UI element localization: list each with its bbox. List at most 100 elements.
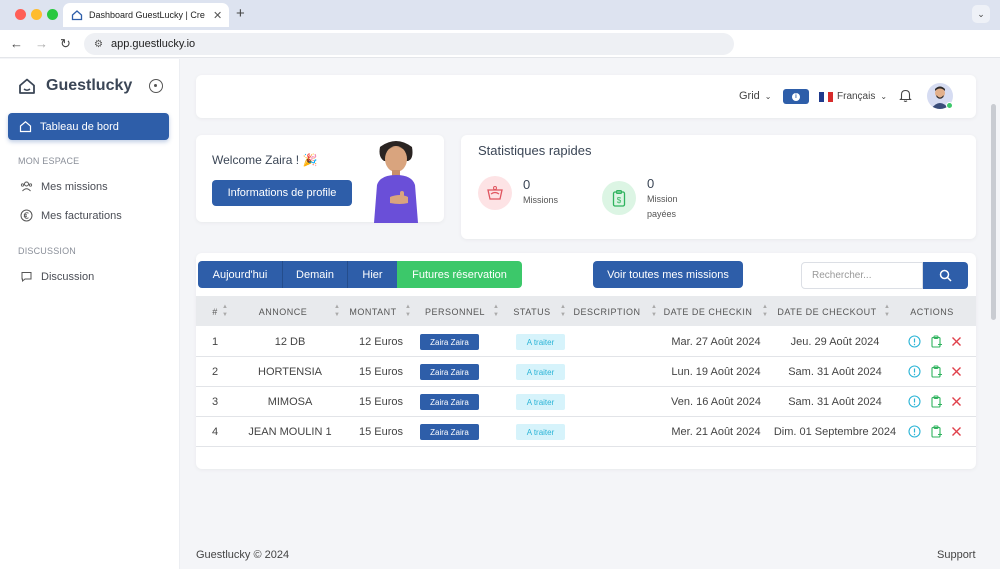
close-icon[interactable] (950, 425, 963, 438)
filter-today-button[interactable]: Aujourd'hui (198, 261, 283, 288)
euro-icon (20, 209, 33, 222)
browser-tab-bar: Dashboard GuestLucky | Cre ✕ + ⌄ (0, 0, 1000, 30)
sort-icon[interactable]: ▲ ▼ (222, 303, 228, 319)
personnel-badge: Zaira Zaira (420, 334, 479, 350)
info-button[interactable]: i (783, 89, 809, 104)
close-window-button[interactable] (15, 9, 26, 20)
paid-stat-icon-wrap: $ (602, 181, 636, 215)
site-settings-icon[interactable]: ⚙ (94, 39, 103, 50)
table-header: # ▲ ▼ ANNONCE ▲ ▼ MONTANT ▲ ▼ PERSONNEL ▲ ▼ … (196, 296, 976, 326)
maximize-window-button[interactable] (47, 9, 58, 20)
close-icon[interactable] (950, 365, 963, 378)
table-row: 4 JEAN MOULIN 1 15 Euros Zaira Zaira A t… (196, 417, 976, 447)
table-row: 3 MIMOSA 15 Euros Zaira Zaira A traiter … (196, 387, 976, 417)
personnel-badge: Zaira Zaira (420, 364, 479, 380)
sort-icon[interactable]: ▲ ▼ (762, 303, 768, 319)
forward-arrow-icon[interactable]: → (35, 36, 48, 51)
info-circle-icon[interactable] (908, 395, 921, 408)
section-title-mon-espace: MON ESPACE (18, 156, 80, 166)
sidebar-item-label: Discussion (41, 270, 95, 283)
info-circle-icon[interactable] (908, 335, 921, 348)
tab-menu-chevron-icon[interactable]: ⌄ (972, 5, 990, 23)
column-header[interactable]: STATUS (513, 307, 550, 317)
online-status-dot (946, 102, 953, 109)
sidebar-item-label: Mes missions (41, 180, 108, 193)
close-icon[interactable] (950, 335, 963, 348)
welcome-greeting: Welcome Zaira ! 🎉 (212, 153, 318, 167)
clipboard-check-icon[interactable] (930, 425, 943, 438)
quick-stats-card: Statistiques rapides 0 Missions $ 0 Miss… (461, 135, 976, 239)
sort-icon[interactable]: ▲ ▼ (651, 303, 657, 319)
brand-name: Guestlucky (46, 77, 133, 94)
column-header[interactable]: PERSONNEL (425, 307, 485, 317)
browser-toolbar: ← → ↻ ⚙ app.guestlucky.io (0, 30, 1000, 58)
clipboard-check-icon[interactable] (930, 395, 943, 408)
reload-icon[interactable]: ↻ (60, 36, 71, 52)
new-tab-icon[interactable]: + (236, 5, 245, 22)
clipboard-dollar-icon: $ (612, 189, 626, 207)
support-link[interactable]: Support (937, 549, 976, 561)
column-header[interactable]: DATE DE CHECKIN (664, 307, 753, 317)
search-button[interactable] (923, 262, 968, 289)
minimize-window-button[interactable] (31, 9, 42, 20)
sort-icon[interactable]: ▲ ▼ (334, 303, 340, 319)
annonce-cell: HORTENSIA (258, 366, 322, 378)
character-illustration (374, 141, 418, 223)
language-selector[interactable]: Français ⌄ (819, 91, 887, 102)
checkin-cell: Ven. 16 Août 2024 (671, 396, 761, 408)
sidebar-item-discussion[interactable]: Discussion (20, 270, 94, 283)
row-number: 3 (211, 396, 219, 408)
sort-icon[interactable]: ▲ ▼ (560, 303, 566, 319)
checkout-cell: Dim. 01 Septembre 2024 (773, 426, 897, 438)
row-number: 4 (211, 426, 219, 438)
sort-icon[interactable]: ▲ ▼ (405, 303, 411, 319)
column-header[interactable]: MONTANT (349, 307, 396, 317)
column-header[interactable]: # (212, 307, 218, 317)
sidebar-item-label: Mes facturations (41, 209, 122, 222)
footer-copyright: Guestlucky © 2024 (196, 549, 290, 561)
profile-info-button[interactable]: Informations de profile (212, 180, 352, 206)
annonce-cell: 12 DB (274, 336, 306, 348)
filter-tomorrow-button[interactable]: Demain (283, 261, 348, 288)
column-header: ACTIONS (910, 307, 954, 317)
browser-tab[interactable]: Dashboard GuestLucky | Cre ✕ (63, 3, 229, 27)
missions-count: 0 (523, 177, 531, 192)
grid-selector[interactable]: Grid ⌄ (739, 90, 771, 102)
see-all-missions-button[interactable]: Voir toutes mes missions (593, 261, 743, 288)
paid-missions-label-2: payées (647, 209, 677, 219)
brand[interactable]: Guestlucky (18, 77, 132, 95)
chevron-down-icon: ⌄ (880, 92, 888, 101)
clipboard-check-icon[interactable] (930, 335, 943, 348)
french-flag-icon (819, 91, 834, 102)
sidebar-item-mes-missions[interactable]: Mes missions (20, 180, 108, 193)
sidebar-item-label: Tableau de bord (40, 120, 119, 133)
search-icon (939, 269, 952, 282)
status-badge: A traiter (516, 364, 565, 380)
sidebar-item-tableau-de-bord[interactable]: Tableau de bord (8, 113, 169, 140)
sort-icon[interactable]: ▲ ▼ (493, 303, 499, 319)
clipboard-check-icon[interactable] (930, 365, 943, 378)
paid-missions-count: 0 (647, 176, 655, 191)
column-header[interactable]: DATE DE CHECKOUT (777, 307, 876, 317)
sidebar-toggle-icon[interactable] (149, 79, 163, 93)
filter-future-button[interactable]: Futures réservation (397, 261, 522, 288)
address-bar[interactable]: ⚙ app.guestlucky.io (84, 33, 734, 55)
filter-yesterday-button[interactable]: Hier (348, 261, 397, 288)
users-icon (20, 181, 33, 192)
sort-icon[interactable]: ▲ ▼ (884, 303, 890, 319)
svg-text:$: $ (617, 196, 622, 205)
page-scrollbar[interactable] (991, 104, 996, 320)
back-arrow-icon[interactable]: ← (10, 36, 23, 51)
close-icon[interactable] (950, 395, 963, 408)
close-tab-icon[interactable]: ✕ (213, 9, 222, 22)
info-circle-icon[interactable] (908, 425, 921, 438)
bell-icon[interactable] (898, 88, 913, 103)
column-header[interactable]: DESCRIPTION (573, 307, 640, 317)
search-input[interactable] (801, 262, 923, 289)
table-row: 2 HORTENSIA 15 Euros Zaira Zaira A trait… (196, 357, 976, 387)
checkout-cell: Jeu. 29 Août 2024 (790, 336, 880, 348)
url-text: app.guestlucky.io (110, 38, 196, 50)
info-circle-icon[interactable] (908, 365, 921, 378)
sidebar-item-mes-facturations[interactable]: Mes facturations (20, 209, 122, 222)
column-header[interactable]: ANNONCE (259, 307, 308, 317)
